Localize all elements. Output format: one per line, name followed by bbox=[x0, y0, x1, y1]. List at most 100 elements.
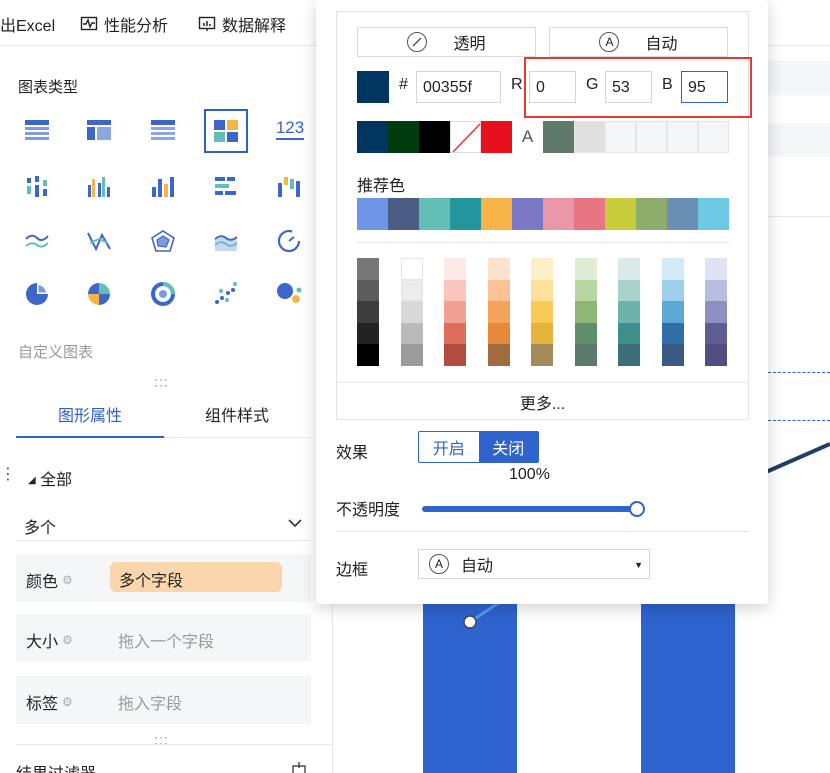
export-excel-button[interactable]: 出Excel bbox=[0, 12, 55, 36]
palette-color-swatch[interactable] bbox=[574, 279, 597, 302]
palette-color-swatch[interactable] bbox=[400, 301, 423, 323]
multi-select[interactable]: 多个 bbox=[24, 514, 56, 538]
palette-color-swatch[interactable] bbox=[444, 322, 466, 345]
opacity-slider-track[interactable] bbox=[422, 506, 638, 512]
palette-color-swatch[interactable] bbox=[400, 344, 423, 366]
donut-chart-icon[interactable] bbox=[148, 279, 178, 309]
kpi-number-icon[interactable]: 123 bbox=[274, 114, 306, 144]
waterfall-icon[interactable] bbox=[274, 172, 304, 202]
area-chart-icon[interactable] bbox=[211, 226, 241, 256]
recent-color-swatch[interactable] bbox=[543, 121, 574, 153]
gear-icon[interactable]: ⚙ bbox=[62, 695, 73, 709]
palette-color-swatch[interactable] bbox=[487, 301, 510, 323]
palette-color-swatch[interactable] bbox=[618, 322, 640, 345]
palette-color-swatch[interactable] bbox=[531, 301, 553, 323]
palette-color-swatch[interactable] bbox=[357, 258, 379, 280]
horizontal-bar-icon[interactable] bbox=[211, 172, 241, 202]
palette-color-swatch[interactable] bbox=[444, 279, 466, 302]
palette-color-swatch[interactable] bbox=[661, 322, 684, 345]
border-select[interactable]: A 自动 ▼ bbox=[418, 549, 650, 579]
tab-graphic-properties[interactable]: 图形属性 bbox=[58, 402, 122, 426]
more-colors-button[interactable]: 更多... bbox=[337, 382, 748, 419]
all-group-toggle[interactable]: ◢ 全部 bbox=[28, 466, 72, 490]
palette-color-swatch[interactable] bbox=[357, 279, 379, 302]
recommended-color-swatch[interactable] bbox=[574, 198, 605, 230]
palette-color-swatch[interactable] bbox=[705, 258, 727, 280]
palette-color-swatch[interactable] bbox=[705, 279, 727, 302]
field-row-label[interactable]: 标签 ⚙ 拖入字段 bbox=[16, 676, 311, 724]
color-field-pill[interactable]: 多个字段 bbox=[110, 562, 282, 592]
palette-color-swatch[interactable] bbox=[661, 344, 684, 366]
radar-icon[interactable] bbox=[84, 226, 114, 256]
gauge-icon[interactable] bbox=[274, 226, 304, 256]
recent-color-swatch[interactable] bbox=[636, 121, 667, 153]
bubble-chart-icon[interactable] bbox=[274, 279, 304, 309]
palette-color-swatch[interactable] bbox=[618, 344, 640, 366]
recent-color-swatch[interactable] bbox=[481, 121, 512, 153]
recent-color-swatch[interactable] bbox=[698, 121, 729, 153]
palette-color-swatch[interactable] bbox=[661, 258, 684, 280]
palette-color-swatch[interactable] bbox=[357, 344, 379, 366]
effect-off-option[interactable]: 关闭 bbox=[478, 432, 538, 462]
palette-color-swatch[interactable] bbox=[574, 344, 597, 366]
gear-icon[interactable]: ⚙ bbox=[62, 573, 73, 587]
palette-color-swatch[interactable] bbox=[661, 279, 684, 302]
palette-color-swatch[interactable] bbox=[444, 344, 466, 366]
data-explain-button[interactable]: 数据解释 bbox=[198, 12, 286, 36]
palette-color-swatch[interactable] bbox=[531, 322, 553, 345]
scatter-chart-icon[interactable] bbox=[211, 279, 241, 309]
palette-color-swatch[interactable] bbox=[357, 301, 379, 323]
palette-color-swatch[interactable] bbox=[444, 301, 466, 323]
performance-analysis-button[interactable]: 性能分析 bbox=[80, 12, 168, 36]
panel-collapse-handle[interactable]: ⋮ bbox=[0, 464, 16, 484]
palette-color-swatch[interactable] bbox=[400, 258, 423, 280]
recent-color-swatch[interactable] bbox=[419, 121, 450, 153]
transparent-button[interactable]: 透明 bbox=[357, 27, 536, 57]
label-field-dropzone[interactable]: 拖入字段 bbox=[118, 690, 182, 714]
recent-color-swatch[interactable] bbox=[667, 121, 698, 153]
palette-color-swatch[interactable] bbox=[574, 322, 597, 345]
table-icon[interactable] bbox=[22, 115, 52, 145]
scatter-bar-icon[interactable] bbox=[22, 172, 52, 202]
palette-color-swatch[interactable] bbox=[400, 279, 423, 302]
recent-color-swatch[interactable] bbox=[605, 121, 636, 153]
polar-chart-icon[interactable] bbox=[148, 226, 178, 256]
palette-color-swatch[interactable] bbox=[705, 322, 727, 345]
palette-color-swatch[interactable] bbox=[444, 258, 466, 280]
recommended-color-swatch[interactable] bbox=[481, 198, 512, 230]
auto-swatch[interactable]: A bbox=[512, 121, 543, 153]
recommended-color-swatch[interactable] bbox=[543, 198, 574, 230]
recommended-color-swatch[interactable] bbox=[450, 198, 481, 230]
grouped-bar-icon[interactable] bbox=[84, 172, 114, 202]
palette-color-swatch[interactable] bbox=[487, 344, 510, 366]
palette-color-swatch[interactable] bbox=[487, 279, 510, 302]
no-fill-swatch[interactable] bbox=[450, 121, 481, 153]
detail-table-icon[interactable] bbox=[148, 115, 178, 145]
palette-color-swatch[interactable] bbox=[531, 279, 553, 302]
chevron-down-icon[interactable] bbox=[287, 518, 303, 528]
effect-toggle[interactable]: 开启 关闭 bbox=[418, 431, 539, 463]
chart-bar[interactable] bbox=[641, 604, 735, 773]
line-chart-icon[interactable] bbox=[22, 226, 52, 256]
auto-color-button[interactable]: A 自动 bbox=[549, 27, 728, 57]
palette-color-swatch[interactable] bbox=[618, 301, 640, 323]
opacity-slider-handle[interactable] bbox=[629, 501, 645, 517]
palette-color-swatch[interactable] bbox=[487, 258, 510, 280]
palette-color-swatch[interactable] bbox=[574, 301, 597, 323]
palette-color-swatch[interactable] bbox=[661, 301, 684, 323]
palette-color-swatch[interactable] bbox=[574, 258, 597, 280]
palette-color-swatch[interactable] bbox=[531, 258, 553, 280]
recent-color-swatch[interactable] bbox=[574, 121, 605, 153]
recommended-color-swatch[interactable] bbox=[698, 198, 729, 230]
palette-color-swatch[interactable] bbox=[487, 322, 510, 345]
effect-on-option[interactable]: 开启 bbox=[419, 432, 479, 462]
palette-color-swatch[interactable] bbox=[618, 258, 640, 280]
palette-color-swatch[interactable] bbox=[400, 322, 423, 345]
palette-color-swatch[interactable] bbox=[357, 322, 379, 345]
palette-color-swatch[interactable] bbox=[705, 344, 727, 366]
hex-input[interactable]: 00355f bbox=[416, 71, 501, 103]
recent-color-swatch[interactable] bbox=[388, 121, 419, 153]
recommended-color-swatch[interactable] bbox=[605, 198, 636, 230]
recommended-color-swatch[interactable] bbox=[388, 198, 419, 230]
palette-color-swatch[interactable] bbox=[618, 279, 640, 302]
